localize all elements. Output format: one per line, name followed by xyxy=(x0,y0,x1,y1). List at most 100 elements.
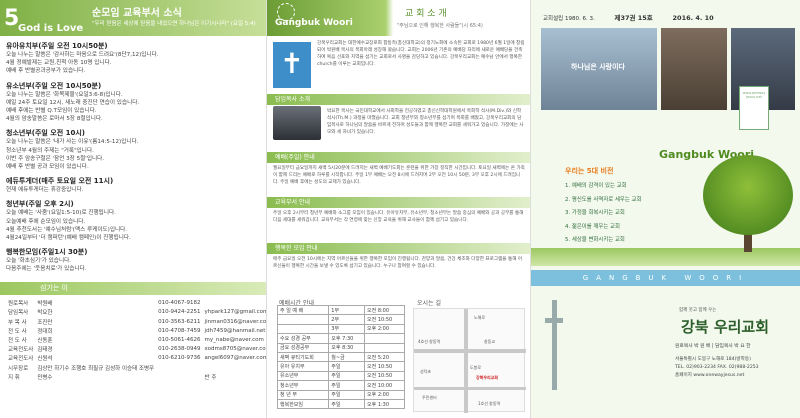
worship-row: 유아 유치부 주일 오전 10:50 xyxy=(276,361,405,372)
intro-banner: Gangbuk Woori xyxy=(275,18,353,28)
cross-icon xyxy=(545,300,563,390)
cover-panel: 교회설립 1980. 6. 3. 제37권 15호 2016. 4. 10 하나… xyxy=(530,0,800,418)
worship-cell: 유소년부 xyxy=(276,370,330,382)
section-line: 현재 에듀투게더는 휴강중입니다. xyxy=(6,187,84,194)
worship-cell: 행복한모임 xyxy=(276,398,330,410)
contact-cell: 전 도 사 xyxy=(8,338,27,344)
vision-item: 2. 평신도를 사역자로 세우는 교회 xyxy=(565,196,642,203)
news-title: 순모임 교육부서 소식 xyxy=(92,8,182,19)
contact-cell: 신동훈 xyxy=(37,338,53,344)
worship-cell: 오전 10:50 xyxy=(364,370,405,382)
contact-row: 전 도 사신동훈010-5061-4626my_nabe@naver.com유소… xyxy=(6,335,266,344)
contact-cell: 지 휘 xyxy=(8,374,20,381)
contact-cell: 010-3563-6211 xyxy=(158,318,201,325)
section-line: 예배 후에는 반별 Q.T모임이 있습니다. xyxy=(6,108,97,115)
map-place: 1호선 창동역 xyxy=(478,401,501,406)
map-place: 노해로 xyxy=(474,315,486,320)
map-place: 도봉로 xyxy=(470,365,482,370)
vision-item: 3. 가정을 회복시키는 교회 xyxy=(565,210,625,216)
worship-cell: 오전 10:50 xyxy=(364,314,405,325)
contact-cell: 신원석 xyxy=(37,356,53,363)
section-line: 오늘 예배는 '사줌'(요일1:5-10)로 진행됩니다. xyxy=(6,210,116,217)
contact-cell: 민병수 xyxy=(37,374,53,381)
issue-date: 2016. 4. 10 xyxy=(672,14,714,22)
block-label: 예배(주일) 안내 xyxy=(267,152,530,163)
intro-panel: Gangbuk Woori 교 회 소 개 "주님으로 인해 행복한 사람들"(… xyxy=(266,0,530,418)
contacts-table: 원로목사 박원배 010-4067-9182 담임목사 박요한 010-9424-2251… xyxy=(6,299,266,382)
section-heading: 에듀투게더(매주 토요일 오전 11시) xyxy=(6,177,114,186)
contact-cell: 010-9424-2251 xyxy=(158,309,201,316)
section-line: 오늘 나누는 말씀은 '감사하는 마음으로 드려요'(8단7,12)입니다. xyxy=(6,52,159,58)
section-line: 오늘 '화초심기'가 있습니다. xyxy=(6,258,72,265)
website: 홈페이지 www.onewayjesus.net xyxy=(675,373,745,378)
section-heading: 청소년부(주일 오전 10시) xyxy=(6,129,85,138)
block-text: 주일 오후 2시부터 청년부 예배와 소그룹 모임이 있습니다. 유아유치부, … xyxy=(273,211,524,223)
map-place: 성덕초 xyxy=(420,369,432,374)
contact-cell: 교육전도사 xyxy=(8,347,34,354)
worship-row: 수요 성경 공부 오후 7:30 xyxy=(276,333,405,344)
contact-cell: angel6097@naver.com xyxy=(204,355,266,362)
church-name: 강북 우리교회 xyxy=(681,318,770,336)
worship-cell: 1부 xyxy=(328,304,366,316)
grass-ground xyxy=(531,248,800,266)
contact-cell: 반 주 xyxy=(204,374,217,381)
contact-cell: xodms8705@naver.com xyxy=(204,346,266,353)
contacts-title: 섬기는 이 xyxy=(0,281,266,295)
worship-row: 행복한모임 주일 오후 1:30 xyxy=(276,398,405,410)
worship-cell xyxy=(364,342,405,353)
intro-verse: "주님으로 인해 행복한 사람들"(시 65:4) xyxy=(397,23,483,29)
worship-cell: 오후 1:30 xyxy=(364,398,405,410)
section-heading: 청년부(주일 오후 2시) xyxy=(6,200,74,209)
news-header: 5 God is Love 순모임 교육부서 소식 "우리 믿음은 세상에 믿음… xyxy=(0,0,266,36)
worship-cell: 금요 성경공부 xyxy=(276,342,330,353)
worship-table: 주 일 예 배 1부 오전 8:00 2부 오전 10:50 3부 오후 2:00 수요 성경… xyxy=(276,304,405,410)
contact-cell: 시무장로 xyxy=(8,365,29,372)
vision-list: 1. 예배의 감격이 있는 교회 2. 평신도를 사역자로 세우는 교회 3. … xyxy=(565,180,641,248)
worship-cell: 오후 7:30 xyxy=(328,333,366,344)
map-label: 오시는 길 xyxy=(417,300,441,307)
contact-cell: 원로목사 xyxy=(8,301,29,308)
contact-cell: jinman0316@naver.com xyxy=(204,318,266,325)
pastor-text: 박요한 목사는 국민대학교에서 사회학을 전공하였고 총신신학대학원에서 목회학… xyxy=(327,109,524,135)
issue-info: 교회설립 1980. 6. 3. 제37권 15호 2016. 4. 10 xyxy=(543,12,714,22)
church-sign: 하나님은 사랑이다 xyxy=(571,63,625,71)
contact-row: 담임목사 박요한 010-9424-2251 yhpark127@gmail.com xyxy=(6,308,266,317)
contact-cell: 010-5061-4626 xyxy=(158,337,201,343)
contact-cell: 조진만 xyxy=(37,319,53,326)
section-line: 4월 추천도서는 '예수님처럼'(맥스 루케이도)입니다. xyxy=(6,226,128,233)
vision-item: 5. 세상을 변화시키는 교회 xyxy=(565,237,625,243)
pastor-names: 원로목사 박 원 배 | 담임목사 박 요 한 xyxy=(675,344,751,349)
founded-date: 교회설립 1980. 6. 3. xyxy=(543,16,595,22)
section-line: 4월의 암송말씀은 로마서 5장 8절입니다. xyxy=(6,116,103,123)
contact-row: 원로목사 박원배 010-4067-9182 xyxy=(6,299,266,308)
worship-cell: 주일 xyxy=(328,370,366,382)
contact-cell: 전 도 사 xyxy=(8,328,27,335)
worship-cell: 청 년 부 xyxy=(276,389,330,400)
contact-row: 지 휘민병수반 주김경희 오근례 이순희 이초희 xyxy=(6,372,266,381)
contact-cell: 부 목 사 xyxy=(8,319,27,326)
worship-cell: 청소년부 xyxy=(276,380,330,391)
map-place: 창동교 xyxy=(484,339,496,344)
pastor-photo xyxy=(273,106,321,140)
worship-cell: 오후 2:00 xyxy=(364,323,405,335)
worship-cell xyxy=(276,323,330,335)
news-verse: "우리 믿음은 세상에 믿음을 내었으면 하나님은 이기시니라" (요일 5:4… xyxy=(92,21,256,27)
contact-cell xyxy=(156,372,202,381)
contact-cell: my_nabe@naver.com xyxy=(204,337,264,343)
vision-item: 1. 예배의 감격이 있는 교회 xyxy=(565,183,627,189)
section-line: 오늘 나누는 말씀은 '내가 사는 이유'(롬14:5-12)입니다. xyxy=(6,139,139,146)
worship-cell: 월~금 xyxy=(328,351,366,363)
worship-row: 청소년부 주일 오전 10:00 xyxy=(276,380,405,391)
worship-cell: 오전 5:20 xyxy=(364,351,405,363)
worship-row: 3부 오후 2:00 xyxy=(276,323,405,335)
worship-cell: 주일 xyxy=(328,398,366,410)
contact-cell: 010-4067-9182 xyxy=(158,300,201,307)
pastor-label: 담임목사 소개 xyxy=(267,94,530,105)
god-is-love-label: God is Love xyxy=(18,23,84,34)
contact-row: 교육전도사 신원석 010-6210-9736 angel6097@naver.com… xyxy=(6,354,266,363)
worship-cell: 2부 xyxy=(328,314,366,325)
section-line: 오늘예배 후에 순모임이 있습니다. xyxy=(6,218,86,225)
telephone: TEL. 02)903-2234 FAX. 02)988-2253 xyxy=(675,365,759,370)
worship-row: 2부 오전 10:50 xyxy=(276,314,405,325)
intro-text: 강북우리교회는 대한예수교장로회 합동측(총신대학교)의 정기노회에 소속된 교… xyxy=(317,41,525,67)
